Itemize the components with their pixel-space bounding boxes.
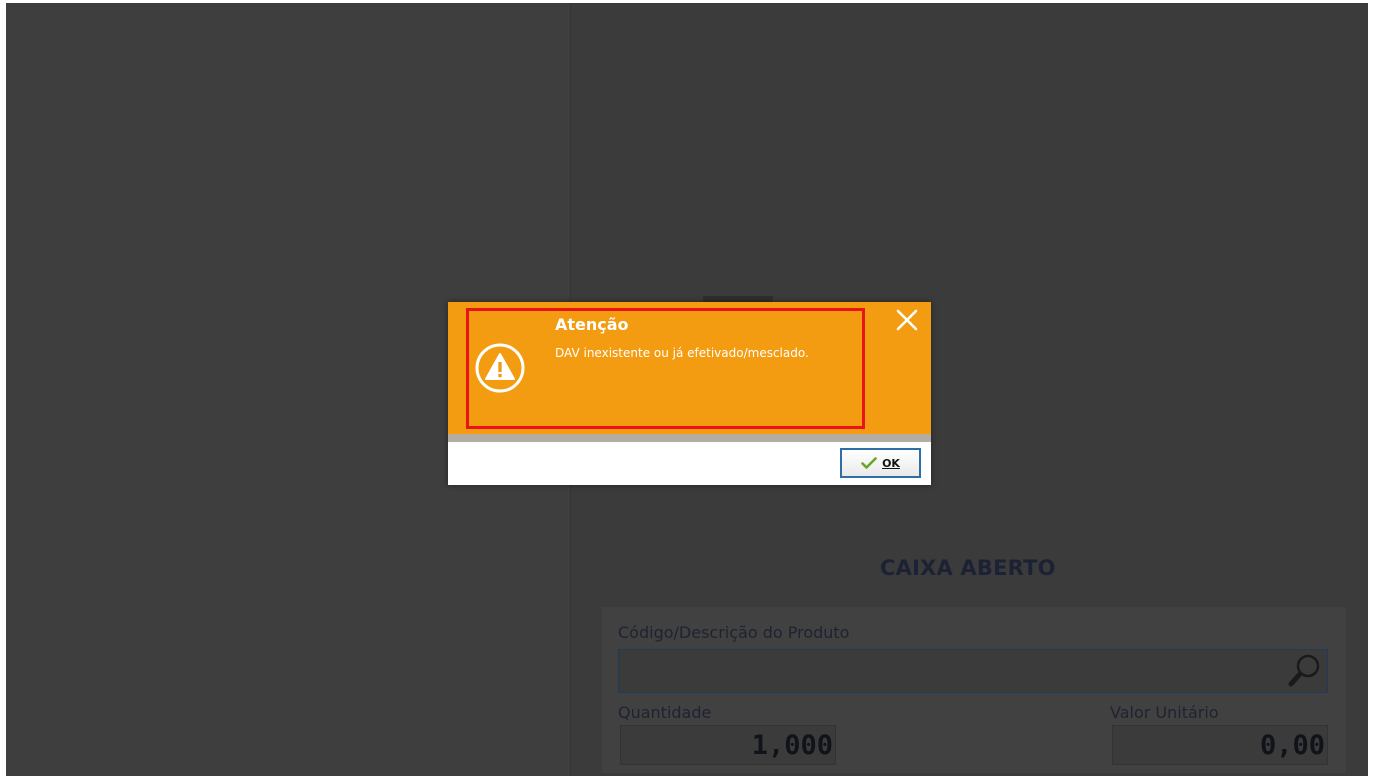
dialog-divider — [448, 434, 931, 442]
close-icon[interactable] — [894, 307, 920, 333]
dialog-header: Atenção DAV inexistente ou já efetivado/… — [448, 302, 931, 434]
unit-price-field[interactable]: 0,00 — [1112, 725, 1328, 765]
unit-price-label: Valor Unitário — [1110, 703, 1219, 722]
cash-status-title: CAIXA ABERTO — [880, 556, 1056, 580]
magnifier-icon[interactable] — [1288, 653, 1322, 687]
product-search-input[interactable] — [618, 649, 1328, 693]
product-search-label: Código/Descrição do Produto — [618, 623, 850, 642]
product-entry-panel: Código/Descrição do Produto Quantidade 1… — [602, 607, 1346, 773]
quantity-label: Quantidade — [618, 703, 712, 722]
alert-dialog: Atenção DAV inexistente ou já efetivado/… — [448, 302, 931, 485]
quantity-field[interactable]: 1,000 — [620, 725, 836, 765]
checkmark-icon — [861, 457, 877, 469]
ok-button[interactable]: OK — [840, 448, 921, 478]
ok-button-label: OK — [882, 456, 900, 470]
highlight-frame — [466, 308, 865, 429]
